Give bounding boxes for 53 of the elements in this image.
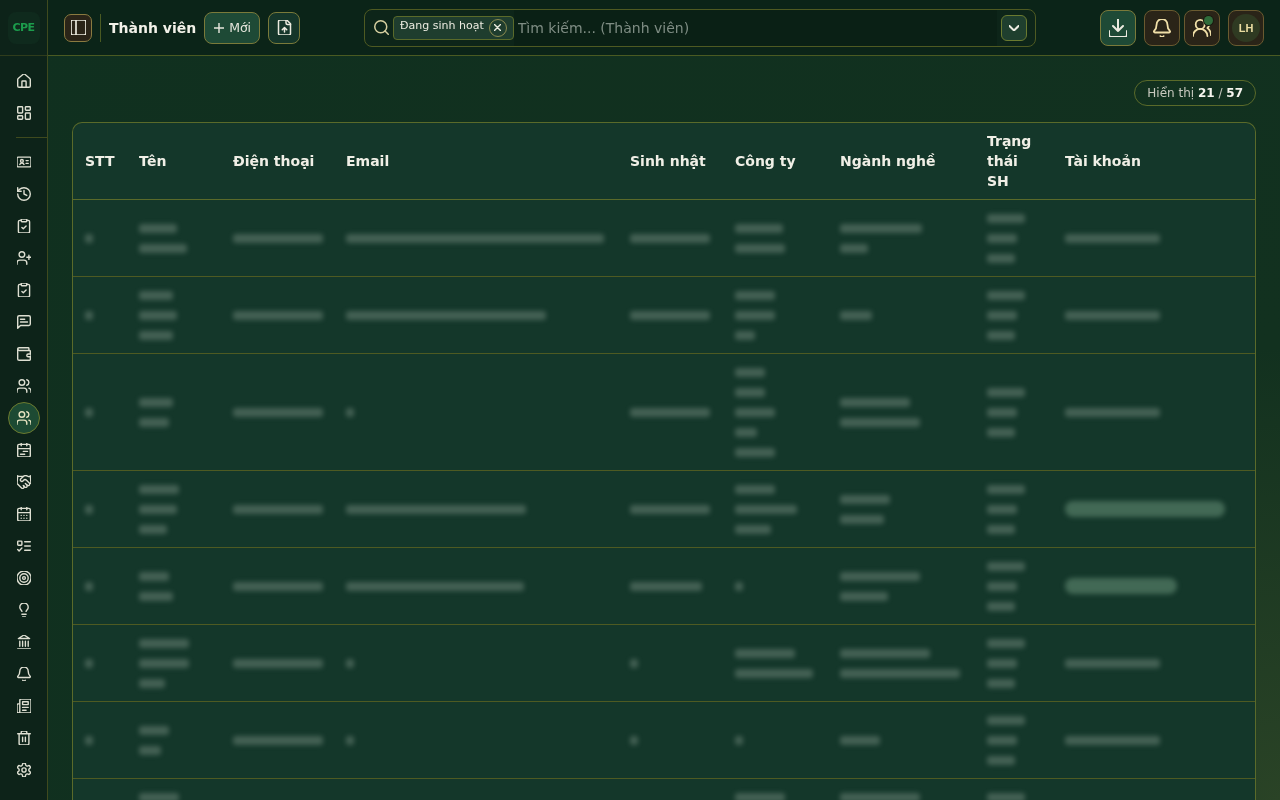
dashboard-icon <box>16 106 31 120</box>
plus-icon <box>214 22 225 33</box>
message-icon <box>16 315 31 329</box>
new-button[interactable]: Mới <box>204 11 261 44</box>
newspaper-icon <box>16 699 31 713</box>
target-icon <box>16 571 31 585</box>
search-icon <box>374 20 390 35</box>
download-button[interactable] <box>1100 9 1136 46</box>
calendar-icon <box>16 507 31 521</box>
column-header[interactable]: Tên <box>139 151 209 171</box>
close-icon <box>494 24 502 31</box>
file-upload-icon <box>276 20 292 35</box>
id-card-icon <box>16 155 31 169</box>
settings-icon <box>16 763 31 777</box>
clipboard-check-icon <box>16 283 31 297</box>
avatar[interactable]: LH <box>1228 9 1264 46</box>
filter-label: Đang sinh hoạt <box>400 19 484 32</box>
page-title: Thành viên <box>109 19 197 36</box>
clipboard-check-icon <box>16 219 31 233</box>
column-header[interactable]: Ngành nghề <box>840 151 963 171</box>
chevron-down-icon <box>1009 24 1020 31</box>
history-icon <box>16 187 31 201</box>
column-header[interactable]: Điện thoại <box>233 151 322 171</box>
column-header[interactable]: Trạng thái SH <box>987 131 1041 191</box>
sidebar-item[interactable] <box>7 402 40 434</box>
users-icon <box>16 411 31 425</box>
bell-icon <box>1153 18 1171 37</box>
user-plus-icon <box>16 251 31 265</box>
upload-file-button[interactable] <box>268 11 301 44</box>
lightbulb-icon <box>16 603 31 617</box>
bell-icon <box>16 667 31 681</box>
trash-icon <box>16 731 31 745</box>
notifications-button[interactable] <box>1144 9 1180 46</box>
panel-icon <box>70 20 86 35</box>
column-header[interactable]: Công ty <box>735 151 816 171</box>
calendar-icon <box>16 443 31 457</box>
logo: CPE <box>7 11 40 44</box>
column-header[interactable]: STT <box>85 151 115 171</box>
bank-icon <box>16 635 31 649</box>
column-header[interactable]: Sinh nhật <box>630 151 711 171</box>
handshake-icon <box>16 475 31 489</box>
users-icon <box>16 379 31 393</box>
sidebar-toggle-button[interactable] <box>64 13 92 42</box>
download-icon <box>1109 18 1127 37</box>
search-input[interactable]: Tìm kiếm... (Thành viên) <box>513 9 998 46</box>
home-icon <box>16 74 31 88</box>
members-button[interactable] <box>1184 9 1220 46</box>
users-icon <box>1193 18 1211 37</box>
column-header[interactable]: Email <box>346 151 606 171</box>
checklist-icon <box>16 539 31 553</box>
wallet-icon <box>16 347 31 361</box>
dropdown-button[interactable] <box>1001 14 1028 41</box>
column-header[interactable]: Tài khoản <box>1065 151 1243 171</box>
